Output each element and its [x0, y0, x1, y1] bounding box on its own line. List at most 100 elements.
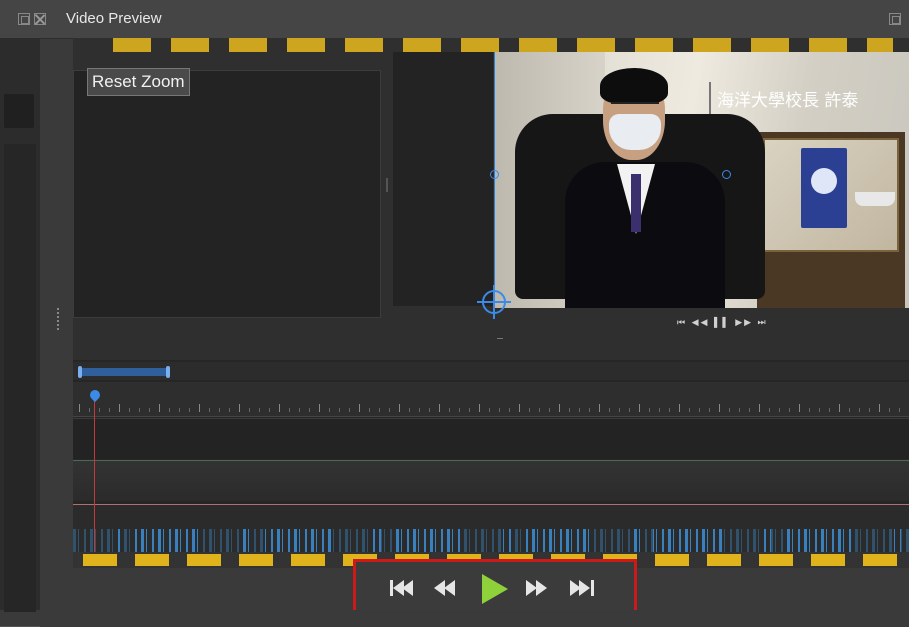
- close-dock-icon[interactable]: [34, 13, 46, 25]
- preview-marker: [497, 338, 503, 339]
- jump-to-start-button[interactable]: [390, 576, 414, 600]
- play-button[interactable]: [482, 574, 510, 604]
- ruler-tick: [829, 408, 830, 412]
- ruler-tick: [619, 408, 620, 412]
- preview-pane-middle: [393, 52, 493, 306]
- play-icon: [482, 574, 508, 604]
- ruler-tick: [489, 408, 490, 412]
- ruler-tick: [339, 408, 340, 412]
- transform-origin-crosshair-icon[interactable]: [477, 285, 511, 319]
- ruler-tick: [639, 404, 640, 412]
- ruler-tick: [549, 408, 550, 412]
- ruler-tick: [869, 408, 870, 412]
- timeline-panel[interactable]: [73, 360, 909, 552]
- ruler-tick: [89, 408, 90, 412]
- ruler-tick: [519, 404, 520, 412]
- ruler-tick: [709, 408, 710, 412]
- ruler-tick: [759, 404, 760, 412]
- ruler-tick: [629, 408, 630, 412]
- ruler-tick: [119, 404, 120, 412]
- ruler-tick: [699, 408, 700, 412]
- ruler-tick: [259, 408, 260, 412]
- timeline-track-1[interactable]: [73, 418, 909, 459]
- float-dock-icon[interactable]: [18, 13, 30, 25]
- fast-forward-button[interactable]: [526, 576, 550, 600]
- clip-caption: 海洋大學校長 許泰: [717, 91, 859, 111]
- ruler-tick: [349, 408, 350, 412]
- ruler-tick: [659, 408, 660, 412]
- ruler-tick: [539, 408, 540, 412]
- ruler-tick: [559, 404, 560, 412]
- ruler-tick: [859, 408, 860, 412]
- video-frame[interactable]: 海洋大學校長 許泰: [495, 52, 909, 308]
- ruler-tick: [109, 408, 110, 412]
- ruler-tick: [509, 408, 510, 412]
- ruler-tick: [429, 408, 430, 412]
- ruler-tick: [229, 408, 230, 412]
- frame-person-hair: [600, 68, 668, 104]
- timeline-track-3[interactable]: [73, 504, 909, 552]
- ruler-tick: [369, 408, 370, 412]
- ruler-tick: [409, 408, 410, 412]
- ruler-tick: [329, 408, 330, 412]
- float-dock-icon-right[interactable]: [889, 13, 901, 25]
- ruler-tick: [169, 408, 170, 412]
- ruler-tick: [689, 408, 690, 412]
- ruler-tick: [299, 408, 300, 412]
- ruler-tick: [99, 408, 100, 412]
- ruler-tick: [279, 404, 280, 412]
- rewind-arrow-2: [444, 580, 455, 596]
- ruler-tick: [189, 408, 190, 412]
- ruler-tick: [479, 404, 480, 412]
- ruler-tick: [889, 408, 890, 412]
- transform-handle-left[interactable]: [490, 170, 499, 179]
- ruler-tick: [609, 408, 610, 412]
- rewind-button[interactable]: [434, 576, 458, 600]
- jump-to-end-bar: [591, 580, 594, 596]
- caption-divider: [709, 82, 711, 114]
- ruler-tick: [219, 408, 220, 412]
- timeline-scroll-thumb[interactable]: [78, 366, 170, 378]
- ruler-tick: [719, 404, 720, 412]
- ruler-tick: [599, 404, 600, 412]
- jump-to-end-button[interactable]: [570, 576, 596, 600]
- fast-forward-arrow-2: [536, 580, 547, 596]
- ruler-tick: [389, 408, 390, 412]
- reset-zoom-button[interactable]: Reset Zoom: [87, 68, 190, 96]
- ruler-tick: [779, 408, 780, 412]
- video-preview-area[interactable]: Reset Zoom 海洋大學校長 許泰 ⏮ ◀◀ ▌▌ ▶▶ ⏭: [73, 38, 909, 360]
- ruler-tick: [459, 408, 460, 412]
- ruler-tick: [79, 404, 80, 412]
- ruler-tick: [809, 408, 810, 412]
- embedded-playback-controls: ⏮ ◀◀ ▌▌ ▶▶ ⏭: [677, 317, 768, 327]
- splitter-handle[interactable]: [57, 308, 59, 332]
- frame-model-boat: [855, 192, 895, 206]
- ruler-tick: [439, 404, 440, 412]
- ruler-tick: [899, 408, 900, 412]
- ruler-tick: [359, 404, 360, 412]
- ruler-tick: [789, 408, 790, 412]
- ruler-tick: [799, 404, 800, 412]
- ruler-tick: [289, 408, 290, 412]
- ruler-tick: [879, 404, 880, 412]
- ruler-tick: [569, 408, 570, 412]
- ruler-tick: [269, 408, 270, 412]
- ruler-tick: [239, 404, 240, 412]
- ruler-tick: [199, 404, 200, 412]
- timeline-track-2[interactable]: [73, 460, 909, 501]
- ruler-tick: [129, 408, 130, 412]
- timeline-scrollbar[interactable]: [73, 362, 909, 380]
- audio-waveform-gaps: [73, 529, 909, 552]
- ruler-tick: [159, 404, 160, 412]
- ruler-tick: [839, 404, 840, 412]
- frame-flag-emblem: [811, 168, 837, 194]
- ruler-tick: [139, 408, 140, 412]
- timeline-ruler[interactable]: [73, 382, 909, 417]
- ruler-tick: [749, 408, 750, 412]
- ruler-tick: [499, 408, 500, 412]
- transform-handle-center[interactable]: [722, 170, 731, 179]
- ruler-tick: [849, 408, 850, 412]
- ruler-tick: [579, 408, 580, 412]
- jump-to-end-arrow-2: [579, 580, 590, 596]
- left-panel-field[interactable]: [4, 94, 34, 128]
